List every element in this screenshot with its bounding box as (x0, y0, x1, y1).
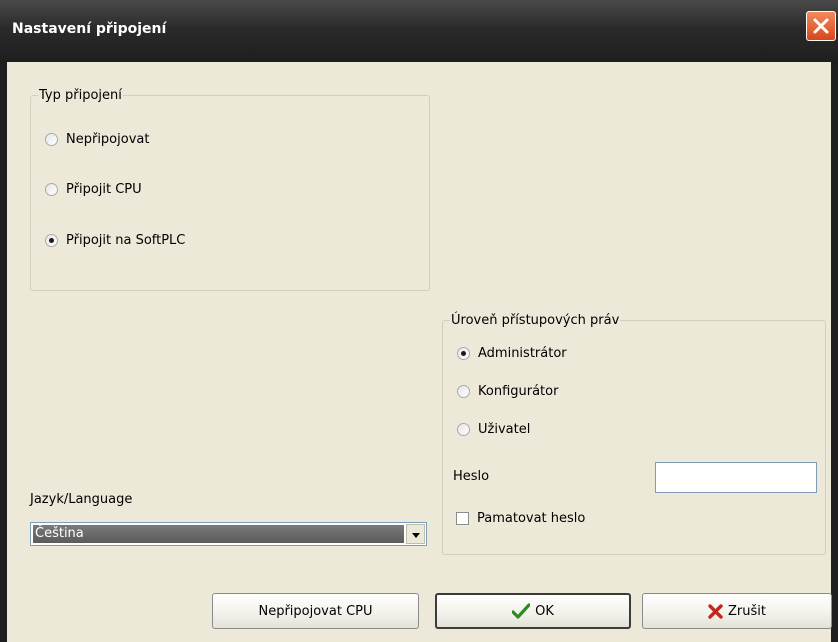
button-label: Nepřipojovat CPU (258, 603, 373, 619)
password-input[interactable] (655, 462, 817, 493)
dialog-content: Typ připojení Nepřipojovat Připojit CPU … (7, 62, 832, 642)
connection-type-legend: Typ připojení (39, 88, 122, 103)
radio-indicator (45, 183, 58, 196)
radio-label: Nepřipojovat (66, 132, 150, 147)
title-bar[interactable]: Nastavení připojení (0, 0, 838, 62)
radio-label: Připojit na SoftPLC (66, 233, 186, 248)
radio-connect-cpu[interactable]: Připojit CPU (45, 182, 142, 197)
access-rights-legend: Úroveň přístupových práv (451, 313, 620, 328)
remember-password-checkbox[interactable]: Pamatovat heslo (456, 511, 585, 526)
button-label: OK (535, 603, 554, 619)
language-selected-value: Čeština (33, 525, 404, 543)
no-connect-cpu-button[interactable]: Nepřipojovat CPU (212, 593, 419, 629)
radio-indicator (457, 423, 470, 436)
radio-indicator (45, 234, 58, 247)
window-title: Nastavení připojení (12, 21, 167, 37)
radio-user[interactable]: Uživatel (457, 422, 530, 437)
ok-button[interactable]: OK (435, 593, 631, 629)
button-label: Zrušit (728, 603, 766, 619)
radio-label: Konfigurátor (478, 384, 559, 399)
radio-label: Uživatel (478, 422, 531, 437)
radio-indicator (457, 347, 470, 360)
checkbox-label: Pamatovat heslo (477, 511, 586, 526)
radio-connect-softplc[interactable]: Připojit na SoftPLC (45, 233, 185, 248)
cross-icon (708, 603, 723, 619)
window-border-right (831, 62, 838, 642)
dropdown-arrow-icon[interactable] (406, 524, 425, 544)
close-button[interactable] (806, 11, 836, 41)
close-icon (813, 18, 829, 34)
checkbox-indicator (456, 512, 469, 525)
cancel-button[interactable]: Zrušit (642, 593, 832, 629)
radio-indicator (457, 385, 470, 398)
password-label: Heslo (453, 469, 490, 484)
language-select[interactable]: Čeština (30, 522, 427, 546)
radio-label: Administrátor (478, 346, 567, 361)
dialog-window: Nastavení připojení Typ připojení Nepřip… (0, 0, 838, 642)
radio-administrator[interactable]: Administrátor (457, 346, 567, 361)
checkmark-icon (512, 603, 531, 619)
window-border-left (0, 62, 7, 642)
radio-indicator (45, 133, 58, 146)
radio-label: Připojit CPU (66, 182, 142, 197)
radio-no-connect[interactable]: Nepřipojovat (45, 132, 149, 147)
radio-configurator[interactable]: Konfigurátor (457, 384, 558, 399)
language-label: Jazyk/Language (30, 492, 133, 507)
